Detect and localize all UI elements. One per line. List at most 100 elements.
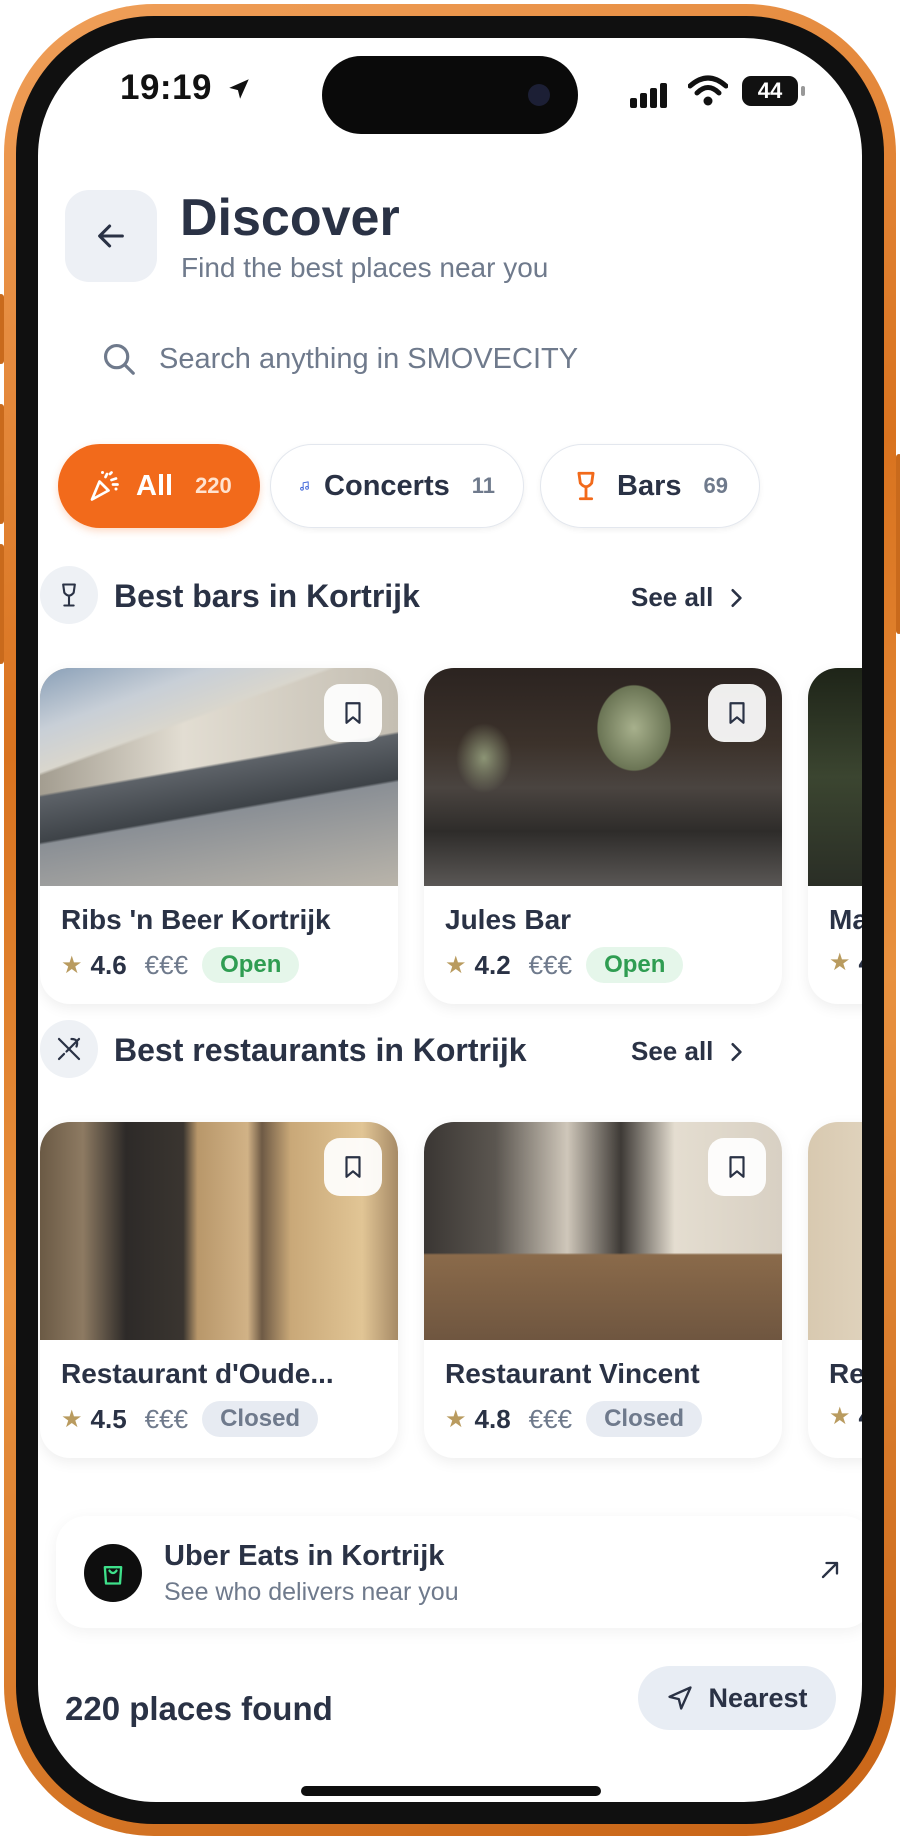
music-note-icon [300, 481, 309, 491]
star-icon: ★ [445, 951, 467, 979]
uber-eats-banner[interactable]: Uber Eats in Kortrijk See who delivers n… [56, 1516, 862, 1628]
see-all-restaurants-link[interactable]: See all [631, 1036, 745, 1067]
filter-chip-label: All [136, 469, 174, 502]
volume-down-button [0, 544, 4, 664]
place-rating: 4 [859, 1401, 862, 1432]
places-found-count: 220 places found [65, 1690, 333, 1727]
place-meta: ★ 4.6 €€€ Open [61, 947, 300, 983]
place-rating: 4 [859, 947, 862, 978]
filter-chip-all[interactable]: All 220 [58, 444, 260, 528]
place-name: Ma [829, 904, 862, 935]
place-rating: 4.8 [474, 1403, 511, 1434]
filter-chip-count: 220 [195, 473, 232, 498]
star-icon: ★ [829, 1403, 851, 1430]
place-name: Res [829, 1358, 862, 1389]
volume-up-button [0, 404, 4, 524]
see-all-label: See all [631, 582, 714, 612]
bookmark-button[interactable] [708, 1138, 766, 1196]
star-icon: ★ [61, 951, 83, 979]
app-screen: 19:19 44 Discover Find the best places n… [38, 38, 862, 1802]
bookmark-button[interactable] [324, 684, 382, 742]
sort-nearest-button[interactable]: Nearest [638, 1666, 836, 1730]
place-price: €€€ [144, 949, 189, 980]
place-name: Jules Bar [445, 904, 572, 935]
party-popper-icon [90, 471, 119, 501]
status-time: 19:19 [120, 68, 252, 108]
status-badge: Closed [202, 1401, 319, 1437]
location-arrow-icon [229, 79, 250, 99]
star-icon: ★ [829, 949, 851, 976]
search-icon [103, 343, 135, 375]
bookmark-button[interactable] [324, 1138, 382, 1196]
page-subtitle: Find the best places near you [181, 252, 549, 283]
action-button [0, 294, 4, 364]
section-title-restaurants: Best restaurants in Kortrijk [114, 1032, 527, 1068]
bookmark-icon [345, 1156, 361, 1178]
wine-glass-icon [577, 471, 595, 501]
star-icon: ★ [61, 1405, 83, 1433]
sort-label: Nearest [708, 1682, 808, 1713]
arrow-left-icon [98, 224, 124, 248]
place-card[interactable]: Restaurant Vincent ★ 4.8 €€€ Closed [424, 1122, 782, 1458]
place-price: €€€ [528, 949, 573, 980]
place-card[interactable]: Jules Bar ★ 4.2 €€€ Open [424, 668, 782, 1004]
back-button[interactable] [65, 190, 157, 282]
navigation-arrow-icon [668, 1686, 693, 1710]
section-title-bars: Best bars in Kortrijk [114, 578, 420, 614]
place-meta: ★ 4.5 €€€ Closed [61, 1401, 319, 1437]
place-card[interactable]: Restaurant d'Oude... ★ 4.5 €€€ Closed [40, 1122, 398, 1458]
filter-chip-label: Concerts [324, 469, 450, 502]
place-card[interactable]: Ribs 'n Beer Kortrijk ★ 4.6 €€€ Open [40, 668, 398, 1004]
battery-level: 44 [757, 78, 783, 103]
place-meta: ★ 4 [829, 1401, 862, 1432]
place-photo [808, 668, 862, 886]
wine-glass-icon [62, 583, 76, 607]
search-input[interactable] [159, 334, 779, 384]
uber-eats-title: Uber Eats in Kortrijk [164, 1540, 445, 1572]
filter-chip-bars[interactable]: Bars 69 [540, 444, 760, 528]
filter-chip-count: 11 [471, 473, 495, 498]
place-meta: ★ 4 [829, 947, 862, 978]
place-photo [808, 1122, 862, 1340]
bookmark-icon [345, 702, 361, 724]
power-button [896, 454, 900, 634]
camera-icon [528, 84, 550, 106]
fork-knife-icon [57, 1037, 81, 1061]
status-badge: Open [586, 947, 684, 983]
place-meta: ★ 4.2 €€€ Open [445, 947, 684, 983]
see-all-bars-link[interactable]: See all [631, 582, 745, 613]
uber-eats-subtitle: See who delivers near you [164, 1578, 459, 1606]
place-name: Ribs 'n Beer Kortrijk [61, 904, 331, 935]
battery-indicator: 44 [742, 76, 805, 106]
bookmark-button[interactable] [708, 684, 766, 742]
chevron-right-icon [731, 1042, 743, 1061]
phone-frame: 19:19 44 Discover Find the best places n… [0, 4, 900, 1836]
arrow-up-right-icon [821, 1561, 839, 1579]
filter-chip-label: Bars [617, 469, 682, 502]
status-badge: Closed [586, 1401, 703, 1437]
status-badge: Open [202, 947, 300, 983]
chevron-right-icon [731, 588, 743, 607]
place-rating: 4.2 [474, 949, 511, 980]
place-price: €€€ [144, 1403, 189, 1434]
bookmark-icon [729, 1156, 745, 1178]
cellular-signal-icon [630, 83, 667, 108]
place-price: €€€ [528, 1403, 573, 1434]
place-card[interactable]: Ma ★ 4 [808, 668, 862, 1004]
filter-chip-count: 69 [703, 473, 728, 498]
wifi-icon [688, 75, 728, 106]
place-card[interactable]: Res ★ 4 [808, 1122, 862, 1458]
page-title: Discover [180, 189, 400, 247]
filter-chip-concerts[interactable]: Concerts 11 [270, 444, 524, 528]
phone-bezel: 19:19 44 Discover Find the best places n… [16, 16, 884, 1824]
bookmark-icon [729, 702, 745, 724]
section-icon-bars [40, 566, 98, 624]
place-rating: 4.5 [90, 1403, 127, 1434]
place-name: Restaurant Vincent [445, 1358, 700, 1389]
section-icon-restaurants [40, 1020, 98, 1078]
home-indicator[interactable] [301, 1786, 601, 1796]
see-all-label: See all [631, 1036, 714, 1066]
place-name: Restaurant d'Oude... [61, 1358, 334, 1389]
shopping-bag-icon [84, 1544, 142, 1602]
place-meta: ★ 4.8 €€€ Closed [445, 1401, 703, 1437]
